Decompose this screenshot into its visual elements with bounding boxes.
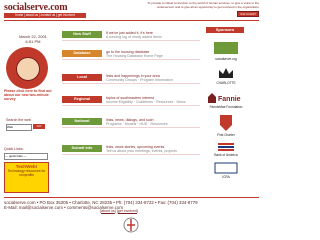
quick-links-label: Quick Links:	[4, 147, 24, 151]
sponsor-name: First Charter	[217, 133, 235, 137]
section-desc: links and happenings in your area Communi…	[106, 74, 198, 82]
techweb-body: Technology resources for nonprofits	[7, 169, 46, 177]
section-desc: links, news stories, upcoming events Tell…	[106, 145, 198, 153]
section-desc: If we've just added it, it's here A runni…	[106, 31, 198, 39]
section-divider	[62, 59, 200, 60]
footer-links: [about us] [get involved]	[100, 209, 138, 213]
date-time: March 22, 2001 6:51 PM	[18, 34, 48, 44]
bank-of-america-logo-icon	[218, 143, 234, 151]
section-desc: go to the housing database The Housing Da…	[106, 50, 198, 58]
bottom-logo-icon	[123, 217, 139, 233]
sponsor-name: socialserve.org	[215, 57, 237, 61]
header-divider	[4, 20, 259, 21]
section-regional[interactable]: Regional topics of southeastern interest…	[62, 96, 200, 114]
sponsor-first-charter[interactable]: First Charter	[206, 114, 246, 137]
section-database[interactable]: Database go to the housing database The H…	[62, 50, 200, 68]
find-it-fast-area: find it FAST	[139, 11, 259, 17]
section-divider	[62, 40, 200, 41]
first-charter-logo-icon	[220, 115, 232, 131]
section-subtitle: Income Eligibility · Guidelines · Resour…	[106, 100, 186, 105]
tab-database[interactable]: Database	[62, 50, 102, 57]
section-subtitle: A running log of newly added items	[106, 35, 162, 40]
section-divider	[62, 83, 200, 84]
section-divider	[62, 127, 200, 128]
quick-links-select[interactable]: --- quick links ---	[4, 153, 48, 160]
section-submit-info[interactable]: Submit Info links, news stories, upcomin…	[62, 145, 200, 163]
award-seal-icon[interactable]	[6, 47, 48, 89]
footer-involved-link[interactable]: get involved	[118, 209, 137, 213]
sponsor-name: CHARLOTTE	[216, 81, 236, 85]
search-label: Search the web	[6, 118, 31, 122]
svg-text:Fannie: Fannie	[218, 96, 241, 103]
section-subtitle: Community Groups · Program Information	[106, 78, 173, 83]
section-subtitle: Tell us about your meetings, events, pro…	[106, 149, 177, 154]
techweb-box[interactable]: TechWeb! Technology resources for nonpro…	[4, 162, 49, 193]
tab-national[interactable]: National	[62, 118, 102, 125]
section-new-stuff[interactable]: New Stuff If we've just added it, it's h…	[62, 31, 200, 49]
fanniemae-house-icon: Fannie	[208, 93, 241, 103]
section-national[interactable]: National links, news, dialogs, and such P…	[62, 118, 200, 136]
section-subtitle: The Housing Database Home Page	[106, 54, 163, 59]
sponsor-socialserve-org[interactable]: socialserve.org	[206, 40, 246, 61]
section-subtitle: Programs · Models · HUD · Resources	[106, 122, 168, 127]
tab-submit-info[interactable]: Submit Info	[62, 145, 102, 152]
tab-regional[interactable]: Regional	[62, 96, 102, 103]
top-navigation[interactable]: home | about us | contact us | get invol…	[4, 13, 86, 18]
section-divider	[62, 105, 200, 106]
sponsor-name: Bank of America	[214, 153, 238, 157]
socialserve-org-logo-icon	[214, 42, 238, 54]
go-button[interactable]: GO	[33, 124, 45, 129]
sponsor-icra[interactable]: ICRA	[206, 162, 246, 179]
sponsor-charlotte[interactable]: CHARLOTTE	[206, 66, 246, 85]
survey-link[interactable]: Please click here to find out about our …	[4, 89, 52, 102]
section-desc: topics of southeastern interest Income El…	[106, 96, 198, 104]
time: 6:51 PM	[25, 39, 41, 44]
sponsors-label: Sponsors	[206, 27, 244, 33]
sponsor-fanniemae[interactable]: Fannie FannieMae Foundation	[206, 92, 246, 109]
tab-local[interactable]: Local	[62, 74, 102, 81]
find-it-fast-button[interactable]: find it FAST	[237, 11, 259, 17]
sponsor-bank-of-america[interactable]: Bank of America	[206, 142, 246, 157]
footer-about-link[interactable]: about us	[101, 209, 115, 213]
sponsor-name: FannieMae Foundation	[209, 105, 243, 109]
sponsor-name: ICRA	[222, 175, 230, 179]
search-select[interactable]: Web	[6, 124, 32, 131]
icra-logo-icon	[214, 162, 238, 174]
tab-new-stuff[interactable]: New Stuff	[62, 31, 102, 38]
section-local[interactable]: Local links and happenings in your area C…	[62, 74, 200, 92]
section-divider	[62, 154, 200, 155]
tagline: To provide a critical connection to the …	[147, 1, 259, 9]
section-desc: links, news, dialogs, and such Programs ·…	[106, 118, 198, 126]
site-logo[interactable]: socialserve.com	[4, 2, 68, 13]
crown-icon	[219, 68, 233, 78]
footer-divider	[4, 197, 259, 198]
